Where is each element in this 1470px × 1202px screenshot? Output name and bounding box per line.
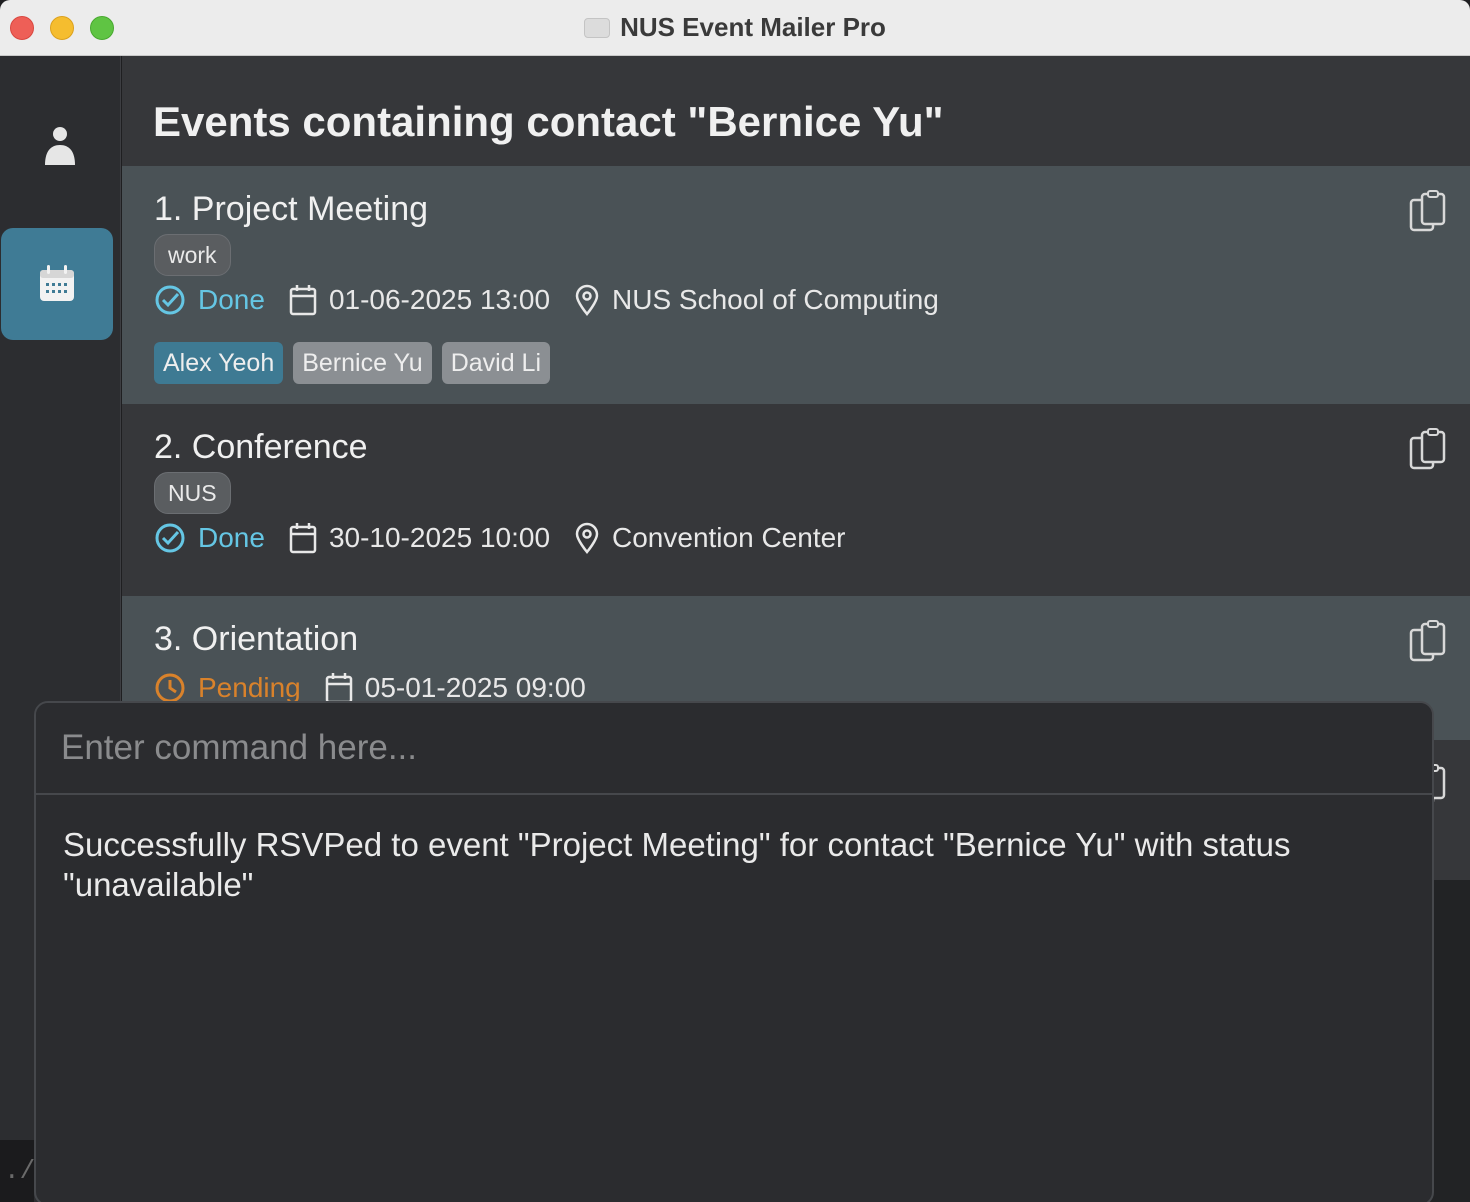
event-tag: NUS bbox=[154, 472, 231, 514]
check-circle-icon bbox=[155, 523, 185, 553]
sidebar-item-events[interactable] bbox=[1, 228, 113, 340]
window-title-container: NUS Event Mailer Pro bbox=[0, 12, 1470, 43]
status-done: Done bbox=[154, 284, 265, 316]
contact-chip: Alex Yeoh bbox=[154, 342, 284, 384]
window-title: NUS Event Mailer Pro bbox=[620, 12, 886, 42]
datetime-text: 05-01-2025 09:00 bbox=[364, 672, 586, 703]
contact-chip: Bernice Yu bbox=[293, 342, 432, 384]
command-panel: Successfully RSVPed to event "Project Me… bbox=[34, 701, 1434, 1202]
event-datetime: 01-06-2025 13:00 bbox=[289, 284, 550, 316]
status-label: Done bbox=[198, 284, 265, 315]
copy-icon[interactable] bbox=[1408, 190, 1448, 236]
location-text: NUS School of Computing bbox=[612, 284, 939, 315]
list-header: Events containing contact "Bernice Yu" bbox=[122, 56, 1470, 166]
status-label: Done bbox=[198, 522, 265, 553]
clock-icon bbox=[155, 673, 185, 703]
event-contacts: Alex Yeoh Bernice Yu David Li bbox=[154, 342, 560, 384]
event-location: NUS School of Computing bbox=[574, 284, 939, 316]
calendar-icon bbox=[40, 265, 74, 301]
datetime-text: 30-10-2025 10:00 bbox=[328, 522, 551, 553]
check-circle-icon bbox=[155, 285, 185, 315]
event-tag: work bbox=[154, 234, 231, 276]
result-message: Successfully RSVPed to event "Project Me… bbox=[63, 826, 1291, 903]
event-meta: Done 01-06-2025 13:00 NUS School of Comp… bbox=[154, 284, 963, 316]
event-title: 3. Orientation bbox=[154, 620, 359, 658]
title-bar: NUS Event Mailer Pro bbox=[0, 0, 1470, 56]
event-meta: Done 30-10-2025 10:00 Convention Center bbox=[154, 522, 870, 554]
event-title: 2. Conference bbox=[154, 428, 368, 466]
copy-icon[interactable] bbox=[1408, 620, 1448, 666]
contact-chip: David Li bbox=[441, 342, 551, 384]
location-pin-icon bbox=[575, 522, 599, 554]
event-title: 1. Project Meeting bbox=[154, 190, 429, 228]
calendar-outline-icon bbox=[325, 673, 353, 704]
page-title: Events containing contact "Bernice Yu" bbox=[153, 98, 944, 145]
event-datetime: 30-10-2025 10:00 bbox=[289, 522, 550, 554]
event-card[interactable]: 2. Conference NUS Done 30-10-2025 10:00 … bbox=[122, 404, 1470, 596]
app-icon bbox=[584, 18, 611, 38]
location-pin-icon bbox=[575, 284, 599, 316]
calendar-outline-icon bbox=[289, 285, 317, 316]
datetime-text: 01-06-2025 13:00 bbox=[328, 284, 551, 315]
copy-icon[interactable] bbox=[1408, 428, 1448, 474]
status-pending: Pending bbox=[154, 672, 301, 704]
background-terminal-text: ./d bbox=[0, 1140, 51, 1202]
sidebar-item-contacts[interactable] bbox=[20, 106, 100, 186]
event-datetime: 05-01-2025 09:00 bbox=[325, 672, 586, 704]
status-done: Done bbox=[154, 522, 265, 554]
location-text: Convention Center bbox=[612, 522, 846, 553]
person-icon bbox=[45, 127, 75, 165]
calendar-outline-icon bbox=[289, 523, 317, 554]
event-card[interactable]: 1. Project Meeting work Done 01-06-2025 … bbox=[122, 166, 1470, 404]
command-input[interactable] bbox=[36, 703, 1432, 795]
event-location: Convention Center bbox=[574, 522, 846, 554]
status-label: Pending bbox=[198, 672, 301, 703]
event-meta: Pending 05-01-2025 09:00 bbox=[154, 672, 610, 704]
